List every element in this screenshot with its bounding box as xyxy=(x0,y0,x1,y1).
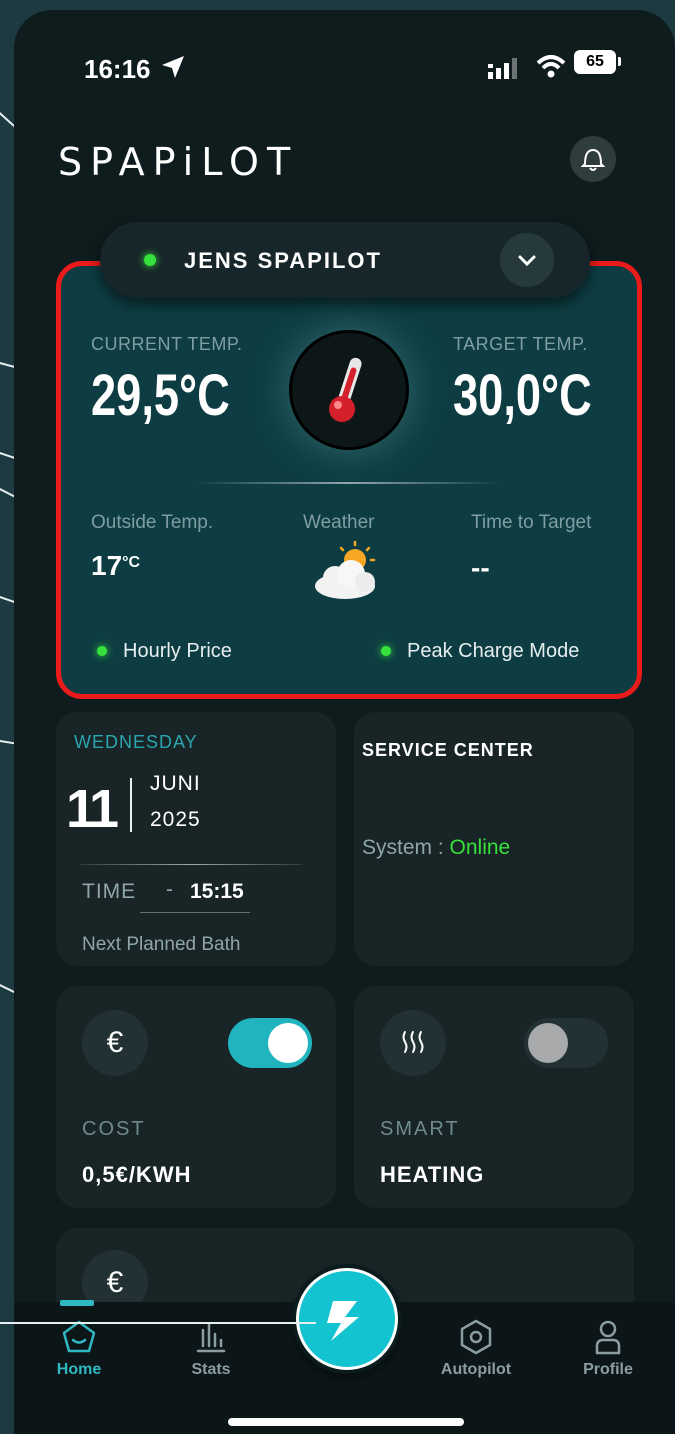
target-temp-value: 30,0°C xyxy=(453,363,592,428)
smart-heating-tile: SMART HEATING xyxy=(354,986,634,1208)
profile-icon xyxy=(595,1320,621,1355)
outside-temp-value: 17 xyxy=(91,550,123,581)
notification-button[interactable] xyxy=(570,136,616,182)
location-arrow-icon xyxy=(162,56,184,78)
device-dropdown-button[interactable] xyxy=(500,233,554,287)
next-bath-caption: Next Planned Bath xyxy=(82,934,241,955)
time-separator: - xyxy=(166,878,173,901)
annotation-line xyxy=(0,1322,316,1324)
device-online-dot xyxy=(144,254,156,266)
heat-waves-icon xyxy=(380,1010,446,1076)
cost-tile: € COST 0,5€/KWH xyxy=(56,986,336,1208)
phone-screen: 16:16 65 SPAPiLOT JENS SPAPILOT CURRENT … xyxy=(14,10,675,1434)
thermometer-icon xyxy=(329,357,362,422)
heating-value: HEATING xyxy=(380,1162,485,1187)
hourly-price-dot xyxy=(97,646,107,656)
toggle-knob xyxy=(528,1023,568,1063)
weather-label: Weather xyxy=(303,512,375,533)
nav-profile-label: Profile xyxy=(583,1361,633,1378)
weekday-label: WEDNESDAY xyxy=(74,732,198,752)
nav-home[interactable]: Home xyxy=(44,1318,114,1379)
nav-stats[interactable]: Stats xyxy=(176,1318,246,1379)
partly-cloudy-icon xyxy=(315,540,376,599)
time-label: TIME xyxy=(82,880,137,903)
battery-indicator: 65 xyxy=(574,50,616,74)
chevron-down-icon xyxy=(518,255,536,267)
euro-icon: € xyxy=(82,1010,148,1076)
current-temp-label: CURRENT TEMP. xyxy=(91,334,243,354)
cost-label: COST xyxy=(82,1118,146,1140)
nav-profile[interactable]: Profile xyxy=(576,1318,640,1379)
smart-heating-toggle[interactable] xyxy=(524,1018,608,1068)
system-status: System : Online xyxy=(362,836,510,860)
time-to-target-value: -- xyxy=(471,552,490,583)
device-selector[interactable]: JENS SPAPILOT xyxy=(100,222,590,298)
autopilot-icon xyxy=(460,1319,492,1355)
service-title: SERVICE CENTER xyxy=(362,740,534,760)
next-bath-tile[interactable]: WEDNESDAY 11 JUNI 2025 TIME - 15:15 Next… xyxy=(56,712,336,966)
card-divider xyxy=(195,482,501,484)
lightning-bolt-icon xyxy=(327,1301,359,1341)
month-label: JUNI xyxy=(150,772,201,795)
outside-temp: 17°C xyxy=(91,550,140,582)
target-temp-label: TARGET TEMP. xyxy=(453,334,588,354)
nav-autopilot-label: Autopilot xyxy=(440,1361,512,1378)
hourly-price-label: Hourly Price xyxy=(123,640,232,662)
toggle-knob xyxy=(268,1023,308,1063)
thermometer-button[interactable] xyxy=(289,330,409,450)
nav-autopilot[interactable]: Autopilot xyxy=(434,1318,518,1379)
device-name: JENS SPAPILOT xyxy=(184,248,382,273)
wifi-icon xyxy=(536,55,566,78)
service-center-tile[interactable]: SERVICE CENTER System : Online xyxy=(354,712,634,966)
peak-charge-dot xyxy=(381,646,391,656)
peak-charge-label: Peak Charge Mode xyxy=(407,640,580,662)
active-tab-indicator xyxy=(60,1300,94,1306)
tile-divider xyxy=(140,912,250,913)
app-logo: SPAPiLOT xyxy=(58,140,299,184)
cost-value: 0,5€/KWH xyxy=(82,1162,192,1187)
battery-nub xyxy=(618,57,621,66)
smart-label: SMART xyxy=(380,1118,460,1140)
system-label: System : xyxy=(362,836,444,859)
tile-divider xyxy=(80,864,302,865)
temperature-card: CURRENT TEMP. 29,5°C TARGET TEMP. 30,0°C… xyxy=(56,261,642,699)
nav-home-label: Home xyxy=(56,1361,102,1378)
status-time: 16:16 xyxy=(84,54,151,84)
nav-stats-label: Stats xyxy=(191,1361,231,1378)
current-temp-value: 29,5°C xyxy=(91,363,230,428)
time-value: 15:15 xyxy=(190,880,244,903)
day-number: 11 xyxy=(66,779,119,839)
date-separator xyxy=(130,778,132,832)
signal-icon xyxy=(488,58,517,79)
bell-icon xyxy=(580,148,606,171)
outside-temp-label: Outside Temp. xyxy=(91,512,214,533)
home-indicator xyxy=(228,1418,464,1426)
year-label: 2025 xyxy=(150,808,201,831)
quick-action-button[interactable] xyxy=(296,1268,398,1370)
cost-toggle[interactable] xyxy=(228,1018,312,1068)
outside-temp-unit: °C xyxy=(122,554,141,571)
system-status-value: Online xyxy=(449,836,511,859)
time-to-target-label: Time to Target xyxy=(471,512,592,533)
